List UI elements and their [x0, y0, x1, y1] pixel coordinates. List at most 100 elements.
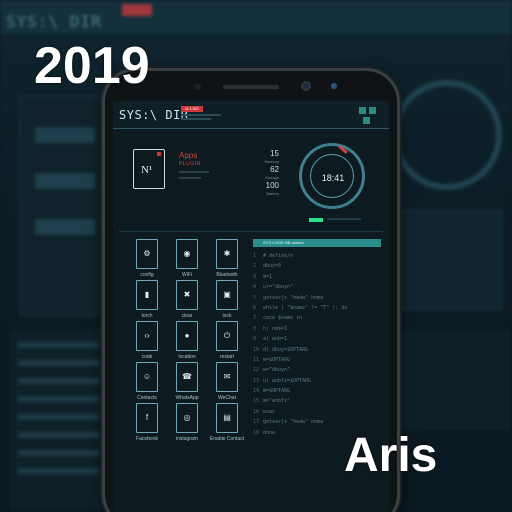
app-tile-label: code — [141, 354, 153, 360]
terminal-line-number: 3 — [253, 273, 257, 280]
folder-icon: ▤ — [223, 413, 231, 422]
launcher-header: SYS:\ DIR N 1 NO — [113, 101, 389, 129]
apps-subtitle: PLUGIN — [179, 161, 201, 167]
app-tile-frame[interactable]: ◉ — [176, 239, 198, 269]
terminal-line-number: 14 — [253, 388, 260, 395]
app-tile-label: location — [178, 354, 196, 360]
promo-name: Aris — [344, 429, 438, 482]
earpiece-speaker — [223, 85, 279, 89]
torch-icon: ▮ — [144, 290, 150, 299]
apps-detail-line — [179, 171, 209, 173]
app-tile-frame[interactable]: ✖ — [176, 280, 198, 310]
wifi-icon: ◉ — [183, 249, 191, 258]
app-tile-frame[interactable]: ◎ — [176, 403, 198, 433]
app-tile-frame[interactable]: ▮ — [136, 280, 158, 310]
launcher-title: SYS:\ DIR — [119, 108, 189, 122]
battery-indicator-bar — [309, 218, 323, 222]
app-tile-frame[interactable]: ▣ — [216, 280, 238, 310]
trash-icon: ✖ — [183, 290, 191, 299]
power-icon: ⏻ — [223, 331, 231, 340]
app-tile-label: instagram — [176, 436, 198, 442]
terminal-line-number: 1 — [253, 253, 257, 259]
apps-detail-line — [179, 177, 201, 179]
apps-title[interactable]: Apps — [179, 151, 197, 160]
promo-year: 2019 — [34, 37, 150, 95]
terminal-line-number: 6 — [253, 304, 257, 311]
terminal-line-number: 12 — [253, 367, 260, 374]
app-tile-label: restart — [219, 354, 235, 360]
app-tile-frame[interactable]: ⚙ — [136, 239, 158, 269]
terminal-line: 12 w="dbuyn" — [253, 367, 381, 377]
terminal-line-text: # define/n — [263, 253, 294, 259]
terminal-line: 3 m=1 — [253, 274, 381, 284]
proximity-sensor — [195, 84, 201, 90]
terminal-line-text: m="wnbfz" — [263, 398, 291, 405]
terminal-line: 10 d) dbuy=$OPTARG — [253, 347, 381, 357]
terminal-line-number: 4 — [253, 284, 257, 291]
header-button[interactable] — [359, 107, 366, 114]
app-tile[interactable]: ◎ instagram — [171, 403, 211, 453]
terminal-line: 1 # define/n — [253, 253, 381, 263]
app-tile-frame[interactable]: ✱ — [216, 239, 238, 269]
terminal-line-number: 18 — [253, 429, 260, 436]
terminal-line: 5 getvar(s "hedw" home — [253, 295, 381, 305]
background-list-left — [10, 330, 108, 510]
app-tile-frame[interactable]: ▤ — [216, 403, 238, 433]
app-tile-label: clear — [181, 313, 193, 319]
app-tile-frame[interactable]: ⏻ — [216, 321, 238, 351]
terminal-line: 2 dbuy=0 — [253, 263, 381, 273]
clock-widget[interactable]: 18:41 — [299, 143, 365, 209]
terminal-line-text: h) nm$=1 — [263, 325, 288, 332]
memory-label: Memory — [264, 159, 279, 164]
memory-value: 15 — [270, 149, 279, 158]
terminal-line-number: 9 — [253, 336, 257, 343]
app-tile-frame[interactable]: ☺ — [136, 362, 158, 392]
background-red-tag — [122, 4, 152, 16]
terminal-line-number: 16 — [253, 408, 260, 415]
lock-icon: ▣ — [223, 290, 231, 299]
terminal-line: 4 ur="dbuyn" — [253, 284, 381, 294]
header-subline — [181, 114, 221, 116]
app-tile-frame[interactable]: ● — [176, 321, 198, 351]
front-sensor — [331, 83, 337, 89]
battery-value: 100 — [265, 181, 279, 190]
terminal-header[interactable]: SYS.CODE.NB-master — [253, 239, 381, 247]
app-tile-label: Bluetooth — [216, 272, 238, 278]
app-tile-label: lock — [222, 313, 232, 319]
app-tile-label: config — [140, 272, 154, 278]
app-tile-frame[interactable]: ‹› — [136, 321, 158, 351]
terminal-line-number: 13 — [253, 377, 260, 384]
header-button[interactable] — [363, 117, 370, 124]
app-tile-frame[interactable]: ☎ — [176, 362, 198, 392]
header-button[interactable] — [369, 107, 376, 114]
terminal-line-number: 2 — [253, 263, 257, 270]
terminal-line: 7 case $name in — [253, 315, 381, 325]
app-tile-label: Contacts — [137, 395, 157, 401]
app-tile-label: Facebook — [136, 436, 158, 442]
clock-inner-ring: 18:41 — [310, 154, 354, 198]
header-subline — [181, 118, 211, 120]
background-panel-left — [20, 96, 112, 316]
terminal-line-number: 15 — [253, 398, 260, 405]
section-divider — [119, 231, 383, 232]
app-tile-frame[interactable]: f — [136, 403, 158, 433]
front-camera — [301, 81, 311, 91]
terminal-line-text: case $name in — [263, 315, 303, 322]
wechat-icon: ✉ — [223, 372, 231, 381]
app-tile-frame[interactable]: ✉ — [216, 362, 238, 392]
apps-card-icon[interactable]: N¹ — [133, 149, 165, 189]
facebook-icon: f — [145, 413, 149, 422]
app-tile[interactable]: f Facebook — [131, 403, 171, 453]
terminal-line-number: 8 — [253, 325, 257, 332]
terminal-line-text: u) wnbfz=$OPTARG — [263, 377, 312, 384]
bluetooth-icon: ✱ — [223, 249, 231, 258]
location-icon: ● — [184, 331, 190, 340]
terminal-line-text: w="dbuyn" — [263, 367, 291, 374]
terminal-line: 8 h) nm$=1 — [253, 326, 381, 336]
terminal-line: 16 esac — [253, 409, 381, 419]
app-tile-label: torch — [141, 313, 153, 319]
terminal-lines: 1 # define/n 2 dbuy=0 3 m=1 4 ur="dbuyn" 5 getvar… — [253, 253, 381, 440]
terminal-line-text: getvar(s "hedw" home — [263, 419, 324, 426]
storage-value: 62 — [270, 165, 279, 174]
app-tile[interactable]: ▤ Enable Contact — [210, 403, 251, 453]
